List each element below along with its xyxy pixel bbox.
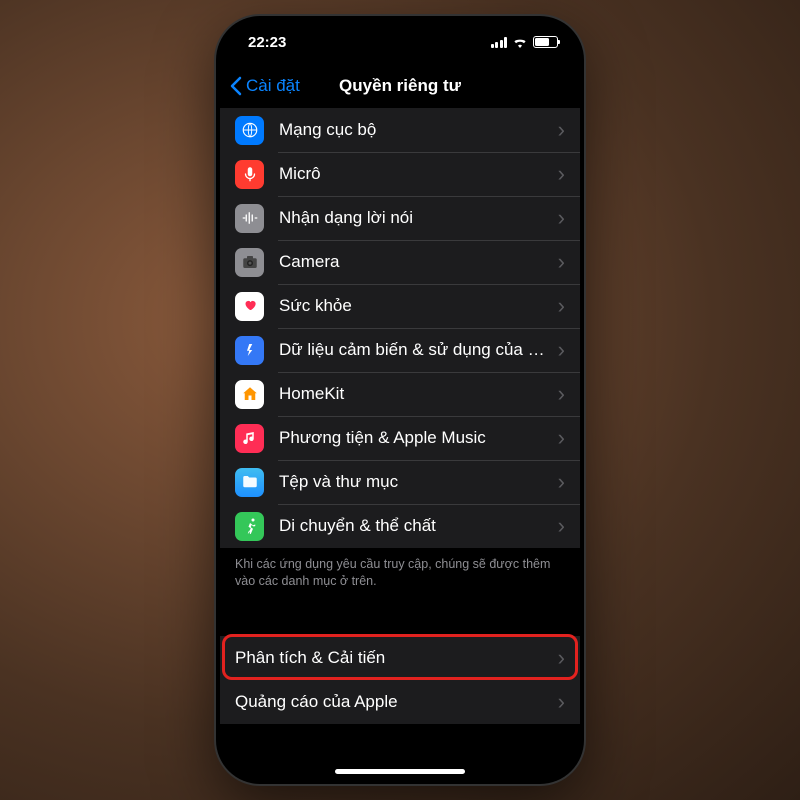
back-button[interactable]: Cài đặt [230,76,300,96]
chevron-right-icon: › [558,645,565,671]
back-label: Cài đặt [246,76,300,96]
row-label: Nhận dạng lời nói [279,208,552,228]
chevron-right-icon: › [558,249,565,275]
row-label: Micrô [279,164,552,184]
row-fitness[interactable]: Di chuyển & thể chất › [220,504,580,548]
group-footer: Khi các ứng dụng yêu cầu truy cập, chúng… [220,548,580,606]
row-wave[interactable]: Nhận dạng lời nói › [220,196,580,240]
chevron-left-icon [230,76,242,96]
signal-icon [491,37,508,48]
camera-icon [235,248,264,277]
row-label: Tệp và thư mục [279,472,552,492]
row-label: HomeKit [279,384,552,404]
row-music[interactable]: Phương tiện & Apple Music › [220,416,580,460]
chevron-right-icon: › [558,381,565,407]
row-ads[interactable]: Quảng cáo của Apple › [220,680,580,724]
content: Mạng cục bộ›Micrô›Nhận dạng lời nói›Came… [220,108,580,780]
row-label: Sức khỏe [279,296,552,316]
home-indicator[interactable] [335,769,465,774]
privacy-list-group: Mạng cục bộ›Micrô›Nhận dạng lời nói›Came… [220,108,580,548]
row-analytics[interactable]: Phân tích & Cải tiến › [220,636,580,680]
status-bar: 22:23 [220,20,580,64]
music-icon [235,424,264,453]
chevron-right-icon: › [558,205,565,231]
globe-icon [235,116,264,145]
row-research[interactable]: Dữ liệu cảm biến & sử dụng của N... › [220,328,580,372]
chevron-right-icon: › [558,425,565,451]
fitness-icon [235,512,264,541]
heart-icon [235,292,264,321]
row-heart[interactable]: Sức khỏe › [220,284,580,328]
status-time: 22:23 [248,34,286,51]
mic-icon [235,160,264,189]
row-mic[interactable]: Micrô › [220,152,580,196]
row-folder[interactable]: Tệp và thư mục › [220,460,580,504]
nav-bar: Cài đặt Quyền riêng tư [220,64,580,108]
wifi-icon [512,36,528,48]
section-gap [220,606,580,636]
row-label: Mạng cục bộ [279,120,552,140]
battery-icon [533,36,558,48]
chevron-right-icon: › [558,117,565,143]
status-icons [491,36,559,48]
folder-icon [235,468,264,497]
analytics-list-group: Phân tích & Cải tiến›Quảng cáo của Apple… [220,636,580,724]
row-label: Dữ liệu cảm biến & sử dụng của N... [279,340,552,360]
row-home[interactable]: HomeKit › [220,372,580,416]
row-label: Camera [279,252,552,272]
row-globe[interactable]: Mạng cục bộ › [220,108,580,152]
home-icon [235,380,264,409]
row-label: Phương tiện & Apple Music [279,428,552,448]
chevron-right-icon: › [558,513,565,539]
phone-frame: 22:23 Cài đặt Quyền riêng tư Mạng cục bộ… [216,16,584,784]
chevron-right-icon: › [558,689,565,715]
wave-icon [235,204,264,233]
chevron-right-icon: › [558,337,565,363]
chevron-right-icon: › [558,293,565,319]
row-label: Di chuyển & thể chất [279,516,552,536]
chevron-right-icon: › [558,161,565,187]
screen: 22:23 Cài đặt Quyền riêng tư Mạng cục bộ… [220,20,580,780]
row-label: Phân tích & Cải tiến [235,648,552,668]
research-icon [235,336,264,365]
row-label: Quảng cáo của Apple [235,692,552,712]
chevron-right-icon: › [558,469,565,495]
row-camera[interactable]: Camera › [220,240,580,284]
